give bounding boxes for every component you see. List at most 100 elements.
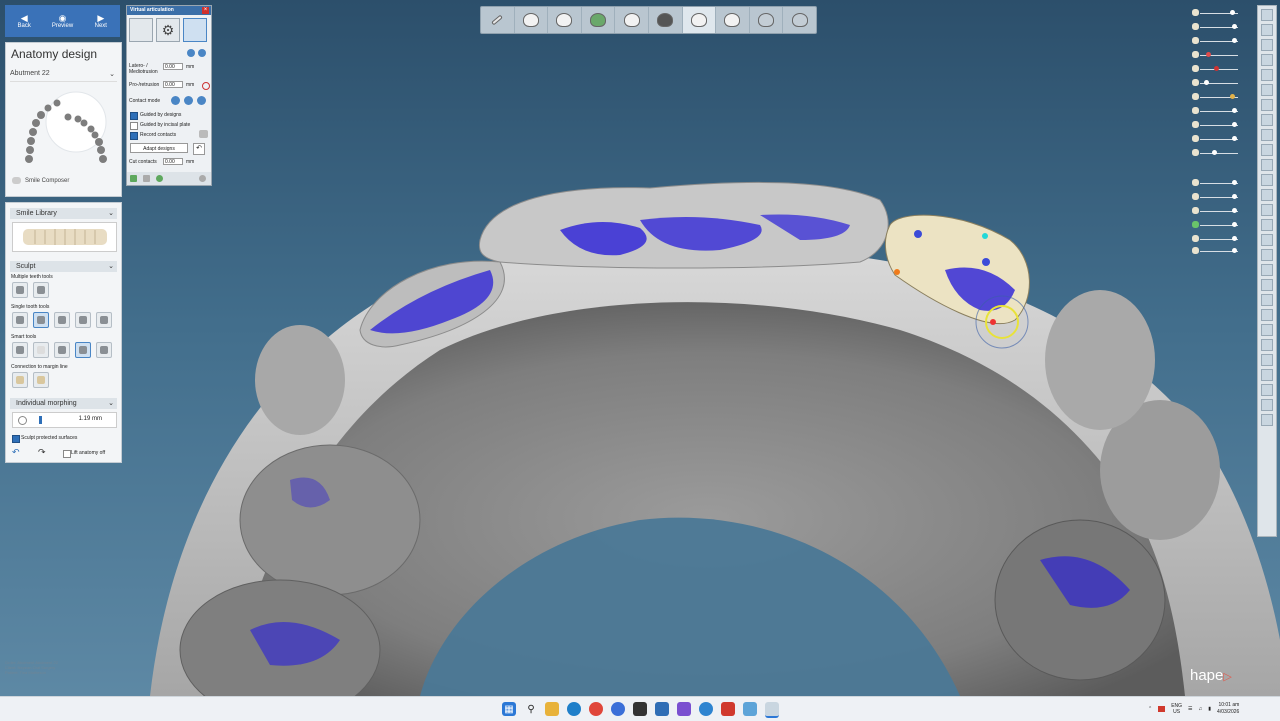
undo-icon[interactable]: ↶: [193, 143, 205, 155]
tooth-outline-toolbar-button[interactable]: [750, 7, 784, 33]
dental-designer-icon[interactable]: [765, 702, 779, 718]
latero-input[interactable]: 0.00: [163, 63, 183, 70]
filter-icon[interactable]: [1261, 339, 1273, 351]
pan-icon[interactable]: [1261, 129, 1273, 141]
lower-jaw-model[interactable]: [150, 181, 1280, 696]
view-front-icon[interactable]: [1261, 9, 1273, 21]
app-icon[interactable]: [611, 702, 625, 716]
layer-icon[interactable]: [1261, 204, 1273, 216]
search-icon[interactable]: ⚲: [524, 702, 538, 716]
volume-icon[interactable]: ♫: [1199, 706, 1203, 712]
redo-icon[interactable]: ↷: [38, 448, 46, 457]
recorder-icon[interactable]: [721, 702, 735, 716]
slider-row[interactable]: [1192, 206, 1242, 216]
articulator-mode-button[interactable]: [129, 18, 153, 42]
slider-row[interactable]: [1192, 22, 1242, 32]
chrome-icon[interactable]: [589, 702, 603, 716]
slider-row[interactable]: [1192, 148, 1242, 158]
rotate-icon[interactable]: [1261, 114, 1273, 126]
windows-start-icon[interactable]: ▦: [502, 702, 516, 716]
lift-anatomy-checkbox[interactable]: [63, 450, 71, 458]
sculpt-toolbar-button[interactable]: [481, 7, 515, 33]
network-icon[interactable]: ☰: [1188, 706, 1192, 712]
incisal-icon[interactable]: [1261, 189, 1273, 201]
slider-handle[interactable]: [1232, 24, 1237, 29]
chevron-up-icon[interactable]: ⌃: [1148, 706, 1152, 712]
slider-handle[interactable]: [1212, 150, 1217, 155]
slider-row[interactable]: [1192, 220, 1242, 230]
file-explorer-icon[interactable]: [545, 702, 559, 716]
grid-icon[interactable]: [1261, 309, 1273, 321]
smart-shape-tool[interactable]: [33, 342, 49, 358]
slider-handle[interactable]: [1204, 80, 1209, 85]
sculpt-protected-checkbox[interactable]: [12, 435, 20, 443]
model-icon[interactable]: [1261, 234, 1273, 246]
sculpt-header[interactable]: Sculpt ⌄: [10, 261, 117, 272]
slider-row[interactable]: [1192, 78, 1242, 88]
bookmark-icon[interactable]: [1261, 384, 1273, 396]
cut-contacts-input[interactable]: 0.00: [163, 158, 183, 165]
gear-icon[interactable]: ⚙: [156, 18, 180, 42]
scissors-icon[interactable]: [1261, 369, 1273, 381]
smile-composer[interactable]: Smile Composer: [12, 177, 69, 184]
smooth-tool[interactable]: [54, 312, 70, 328]
slider-row[interactable]: [1192, 106, 1242, 116]
export-icon[interactable]: [1261, 414, 1273, 426]
smart-attach-tool[interactable]: [54, 342, 70, 358]
smart-contact-tool[interactable]: [96, 342, 112, 358]
slider-handle[interactable]: [1232, 122, 1237, 127]
clip-icon[interactable]: [1261, 174, 1273, 186]
slider-handle[interactable]: [1232, 108, 1237, 113]
add-material-tool[interactable]: [12, 312, 28, 328]
crown-toolbar-button[interactable]: [682, 7, 717, 33]
info-icon[interactable]: [187, 49, 195, 57]
slider-handle[interactable]: [1232, 236, 1237, 241]
view-bottom-icon[interactable]: [1261, 84, 1273, 96]
camera-icon[interactable]: [1261, 264, 1273, 276]
record-icon[interactable]: [156, 175, 163, 182]
upload-toolbar-button[interactable]: [582, 7, 616, 33]
measure-icon[interactable]: [1261, 144, 1273, 156]
distance-icon[interactable]: [1261, 219, 1273, 231]
slider-handle[interactable]: [1232, 38, 1237, 43]
antagonist-toolbar-button[interactable]: [783, 7, 816, 33]
incisal-plate-button[interactable]: [183, 18, 207, 42]
palette-icon[interactable]: [1261, 399, 1273, 411]
slider-handle[interactable]: [1232, 208, 1237, 213]
slider-row[interactable]: [1192, 178, 1242, 188]
dental-app-icon[interactable]: [743, 702, 757, 716]
flatten-tool[interactable]: [75, 312, 91, 328]
individual-morphing-header[interactable]: Individual morphing ⌄: [10, 398, 117, 409]
crown-alt-toolbar-button[interactable]: [716, 7, 750, 33]
view-left-icon[interactable]: [1261, 39, 1273, 51]
slider-handle[interactable]: [1232, 180, 1237, 185]
battery-icon[interactable]: ▮: [1208, 706, 1211, 712]
slider-handle[interactable]: [1232, 248, 1237, 253]
tooth-icon[interactable]: [1261, 249, 1273, 261]
slider-row[interactable]: [1192, 120, 1242, 130]
clock[interactable]: 10:01 am 4/03/2026: [1217, 702, 1239, 716]
view-top-icon[interactable]: [1261, 69, 1273, 81]
pause-icon[interactable]: [143, 175, 150, 182]
guided-incisal-checkbox[interactable]: [130, 122, 138, 130]
eraser-icon[interactable]: [199, 130, 208, 138]
record-contacts-checkbox[interactable]: [130, 132, 138, 140]
pro-input[interactable]: 0.00: [163, 81, 183, 88]
light-icon[interactable]: [1261, 279, 1273, 291]
smart-anatomy-tool[interactable]: [75, 342, 91, 358]
slider-handle[interactable]: [39, 416, 42, 424]
notepad-icon[interactable]: [633, 702, 647, 716]
teamviewer-icon[interactable]: [699, 702, 713, 716]
slider-row[interactable]: [1192, 234, 1242, 244]
slider-row[interactable]: [1192, 134, 1242, 144]
slider-handle[interactable]: [1206, 52, 1211, 57]
next-button[interactable]: ▶ Next: [82, 5, 120, 37]
slider-row[interactable]: [1192, 8, 1242, 18]
tooth-toolbar-button[interactable]: [615, 7, 649, 33]
margin-smooth-tool[interactable]: [33, 372, 49, 388]
outlook-icon[interactable]: [655, 702, 669, 716]
preview-button[interactable]: ◉ Preview: [43, 5, 81, 37]
contact-mode-2-button[interactable]: [184, 96, 193, 105]
slider-row[interactable]: [1192, 192, 1242, 202]
crown-icon[interactable]: [1261, 324, 1273, 336]
